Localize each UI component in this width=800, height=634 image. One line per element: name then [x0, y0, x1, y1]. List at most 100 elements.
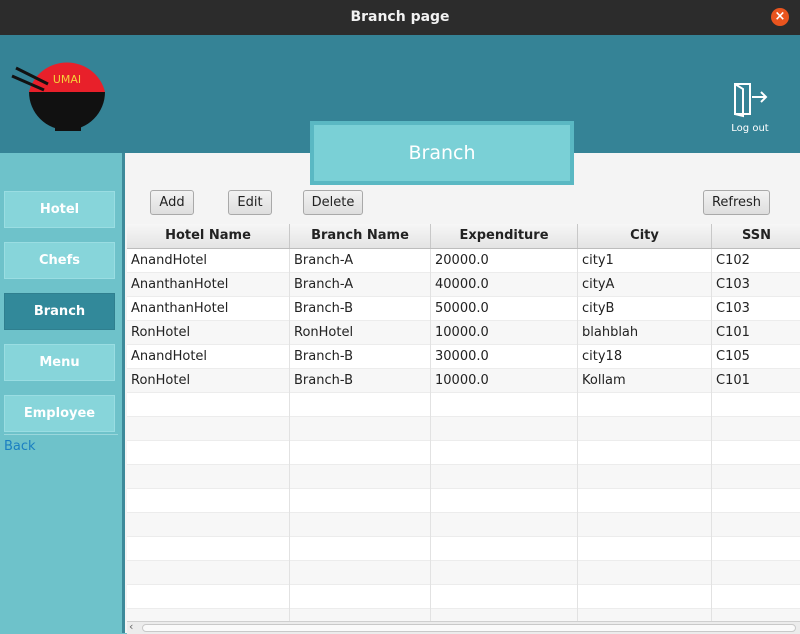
table-cell: 30000.0	[431, 345, 578, 369]
table-cell: Branch-A	[290, 249, 431, 273]
table-cell	[578, 489, 712, 513]
table-row[interactable]: RonHotel RonHotel 10000.0 blahblah C101	[127, 321, 800, 345]
table-cell: Branch-B	[290, 345, 431, 369]
empty-table-row[interactable]	[127, 441, 800, 465]
table-cell: AnandHotel	[127, 249, 290, 273]
empty-table-row[interactable]	[127, 417, 800, 441]
delete-button[interactable]: Delete	[303, 190, 363, 215]
table-cell	[290, 489, 431, 513]
column-header-city[interactable]: City	[578, 224, 712, 248]
table-cell: C101	[712, 321, 800, 345]
table-cell: 20000.0	[431, 249, 578, 273]
column-header-expenditure[interactable]: Expenditure	[431, 224, 578, 248]
back-link[interactable]: Back	[4, 439, 36, 454]
table-cell	[127, 585, 290, 609]
table-cell: AnandHotel	[127, 345, 290, 369]
table-cell	[290, 441, 431, 465]
table-row[interactable]: AnanthanHotel Branch-A 40000.0 cityA C103	[127, 273, 800, 297]
table-cell	[127, 561, 290, 585]
add-button[interactable]: Add	[150, 190, 194, 215]
table-cell	[578, 561, 712, 585]
table-cell	[578, 585, 712, 609]
empty-table-row[interactable]	[127, 561, 800, 585]
logout-icon	[734, 83, 768, 118]
table-cell	[431, 513, 578, 537]
table-row[interactable]: RonHotel Branch-B 10000.0 Kollam C101	[127, 369, 800, 393]
empty-table-row[interactable]	[127, 465, 800, 489]
table-cell: city1	[578, 249, 712, 273]
table-cell: C103	[712, 297, 800, 321]
empty-table-row[interactable]	[127, 513, 800, 537]
table-cell	[578, 513, 712, 537]
table-cell	[290, 465, 431, 489]
table-cell	[712, 465, 800, 489]
table-cell	[578, 465, 712, 489]
table-cell: 10000.0	[431, 369, 578, 393]
table-cell	[712, 585, 800, 609]
table-cell	[578, 537, 712, 561]
table-cell	[712, 609, 800, 621]
edit-button[interactable]: Edit	[228, 190, 272, 215]
table-cell	[290, 417, 431, 441]
empty-table-row[interactable]	[127, 489, 800, 513]
sidebar-item-hotel[interactable]: Hotel	[4, 191, 115, 228]
table-cell: 10000.0	[431, 321, 578, 345]
table-cell: RonHotel	[127, 321, 290, 345]
window-title: Branch page	[350, 9, 450, 25]
table-cell	[712, 561, 800, 585]
page-title-tab: Branch	[310, 121, 574, 185]
refresh-button[interactable]: Refresh	[703, 190, 770, 215]
empty-table-row[interactable]	[127, 585, 800, 609]
table-cell: C103	[712, 273, 800, 297]
table-cell: Kollam	[578, 369, 712, 393]
table-cell: 50000.0	[431, 297, 578, 321]
sidebar-item-employee[interactable]: Employee	[4, 395, 115, 432]
close-button[interactable]: ×	[771, 8, 789, 26]
empty-table-row[interactable]	[127, 393, 800, 417]
scroll-left-icon[interactable]: ‹	[129, 620, 133, 633]
table-header: Hotel Name Branch Name Expenditure City …	[127, 224, 800, 249]
table-cell: 40000.0	[431, 273, 578, 297]
table-cell	[431, 609, 578, 621]
table-cell	[712, 417, 800, 441]
logout-button[interactable]: Log out	[722, 80, 778, 134]
empty-table-row[interactable]	[127, 537, 800, 561]
branch-table[interactable]: Hotel Name Branch Name Expenditure City …	[127, 224, 800, 621]
bowl-icon: UMAI	[11, 62, 105, 131]
table-cell	[578, 441, 712, 465]
table-cell: Branch-B	[290, 297, 431, 321]
title-bar: Branch page ×	[0, 0, 800, 35]
table-cell	[712, 513, 800, 537]
table-row[interactable]: AnandHotel Branch-B 30000.0 city18 C105	[127, 345, 800, 369]
table-cell: Branch-A	[290, 273, 431, 297]
table-cell: RonHotel	[290, 321, 431, 345]
table-cell	[431, 489, 578, 513]
column-header-branch-name[interactable]: Branch Name	[290, 224, 431, 248]
table-cell	[578, 417, 712, 441]
table-cell: C101	[712, 369, 800, 393]
table-row[interactable]: AnanthanHotel Branch-B 50000.0 cityB C103	[127, 297, 800, 321]
sidebar-item-chefs[interactable]: Chefs	[4, 242, 115, 279]
empty-table-row[interactable]	[127, 609, 800, 621]
table-cell	[431, 417, 578, 441]
table-cell: cityB	[578, 297, 712, 321]
table-cell: blahblah	[578, 321, 712, 345]
table-cell	[290, 561, 431, 585]
table-cell	[712, 537, 800, 561]
table-cell	[127, 465, 290, 489]
horizontal-scrollbar[interactable]: ‹	[127, 620, 800, 634]
scrollbar-thumb[interactable]	[142, 624, 796, 632]
svg-text:UMAI: UMAI	[53, 73, 81, 86]
table-cell	[127, 393, 290, 417]
table-cell: C102	[712, 249, 800, 273]
table-cell: cityA	[578, 273, 712, 297]
umai-logo: UMAI	[11, 62, 105, 131]
table-cell: C105	[712, 345, 800, 369]
table-cell	[431, 441, 578, 465]
table-cell	[127, 489, 290, 513]
column-header-ssn[interactable]: SSN	[712, 224, 800, 248]
sidebar-item-menu[interactable]: Menu	[4, 344, 115, 381]
column-header-hotel-name[interactable]: Hotel Name	[127, 224, 290, 248]
sidebar-item-branch[interactable]: Branch	[4, 293, 115, 330]
table-row[interactable]: AnandHotel Branch-A 20000.0 city1 C102	[127, 249, 800, 273]
